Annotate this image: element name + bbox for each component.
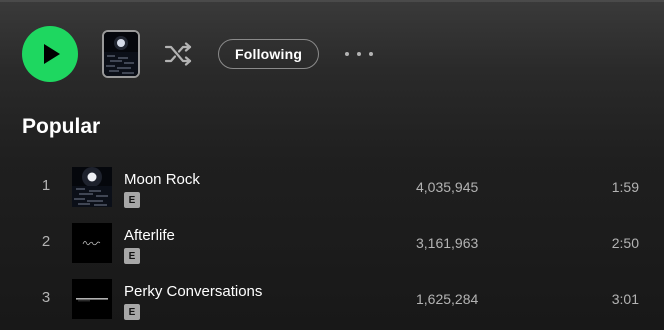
explicit-badge: E [124, 192, 140, 208]
track-duration: 2:50 [611, 235, 639, 251]
track-title[interactable]: Afterlife [124, 227, 175, 244]
track-duration: 1:59 [611, 179, 639, 195]
track-duration: 3:01 [611, 291, 639, 307]
track-play-count: 3,161,963 [416, 235, 479, 251]
track-number: 2 [41, 233, 51, 250]
explicit-badge: E [124, 304, 140, 320]
track-row[interactable]: 2 Afterlife E 3,161,963 2:50 [0, 214, 664, 270]
section-title-popular: Popular [22, 115, 101, 138]
moon-over-water-cover [72, 167, 112, 207]
track-cover-image [72, 167, 112, 207]
following-button-label: Following [235, 46, 303, 62]
track-title[interactable]: Moon Rock [124, 171, 200, 188]
shuffle-button[interactable] [162, 37, 196, 71]
following-button[interactable]: Following [218, 39, 320, 69]
afterlife-script-cover [72, 223, 112, 263]
play-button[interactable] [22, 26, 78, 82]
moon-over-water-image [104, 32, 138, 76]
perky-text-cover [72, 279, 112, 319]
track-play-count: 1,625,284 [416, 291, 479, 307]
popular-track-list: 1 Moon Rock E 4,035,945 1:59 2 Afterlife… [0, 158, 664, 326]
more-options-icon-dot [369, 52, 374, 56]
more-options-icon [345, 52, 350, 56]
track-play-count: 4,035,945 [416, 179, 479, 195]
more-options-icon-dot [357, 52, 362, 56]
explicit-badge: E [124, 248, 140, 264]
track-cover-image [72, 279, 112, 319]
track-row[interactable]: 1 Moon Rock E 4,035,945 1:59 [0, 158, 664, 214]
top-divider [0, 0, 664, 2]
shuffle-icon [164, 42, 192, 66]
more-options-button[interactable] [345, 44, 374, 64]
track-number: 3 [41, 289, 51, 306]
play-icon [43, 44, 60, 64]
track-cover-image [72, 223, 112, 263]
track-row[interactable]: 3 Perky Conversations E 1,625,284 3:01 [0, 270, 664, 326]
action-bar: Following [22, 25, 374, 83]
artist-thumbnail[interactable] [102, 30, 140, 78]
track-title[interactable]: Perky Conversations [124, 283, 262, 300]
track-number: 1 [41, 177, 51, 194]
